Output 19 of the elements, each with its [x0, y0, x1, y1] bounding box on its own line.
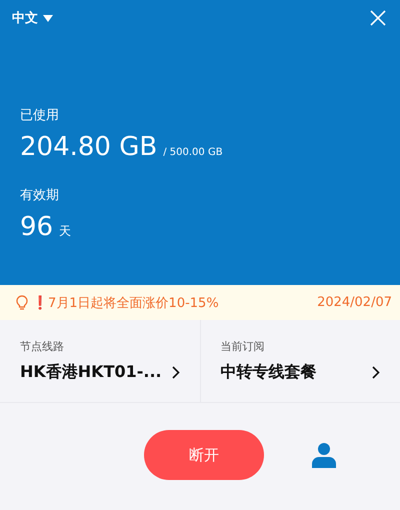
chevron-right-icon [172, 366, 180, 379]
card-value[interactable]: HK香港HKT01-... [20, 362, 180, 383]
usage-label: 已使用 [20, 107, 60, 124]
days-unit: 天 [59, 223, 72, 240]
language-dropdown[interactable]: 中文 [12, 9, 53, 27]
notice-text: ❗7月1日起将全面涨价10-15% [32, 294, 219, 312]
card-label: 当前订阅 [220, 339, 266, 354]
validity-label: 有效期 [20, 187, 60, 204]
chevron-right-icon [372, 366, 380, 379]
user-icon[interactable] [312, 442, 336, 468]
total-amount: / 500.00 GB [163, 147, 223, 158]
days-count: 96 [20, 212, 54, 242]
used-amount: 204.80 GB [20, 132, 158, 162]
caret-icon [43, 14, 53, 22]
lightbulb-icon [16, 295, 28, 310]
notice-date: 2024/02/07 [317, 295, 392, 310]
card-label: 节点线路 [20, 339, 65, 354]
close-icon[interactable] [370, 10, 386, 26]
card-value[interactable]: 中转专线套餐 [220, 362, 380, 383]
